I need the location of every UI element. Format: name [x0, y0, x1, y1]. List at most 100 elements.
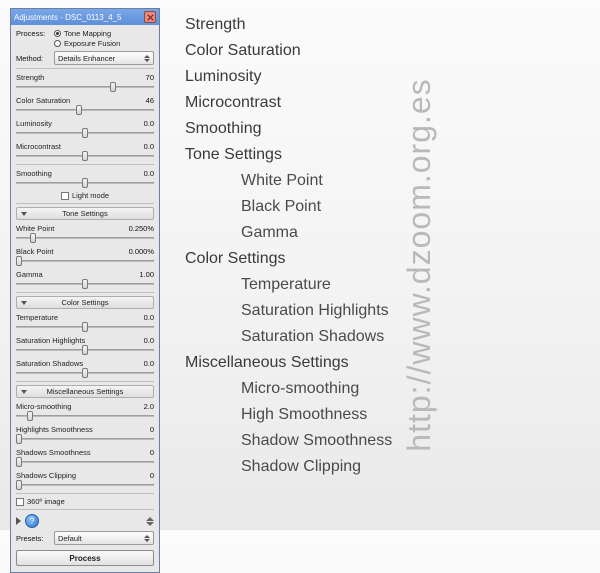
section-header[interactable]: Miscellaneous Settings	[16, 385, 154, 398]
top0-slider[interactable]	[16, 82, 154, 92]
outline-item: Tone Settings	[185, 142, 505, 168]
outline-item: Color Saturation	[185, 38, 505, 64]
outline-item: Gamma	[241, 220, 505, 246]
help-icon[interactable]: ?	[25, 514, 39, 528]
smoothing-label: Smoothing	[16, 169, 52, 178]
s2_2-slider[interactable]	[16, 457, 154, 467]
adjustments-panel: Adjustments - DSC_0113_4_5 Process: Tone…	[10, 8, 160, 573]
top1-label: Color Saturation	[16, 96, 70, 105]
top3-slider[interactable]	[16, 151, 154, 161]
s2_2-head: Shadows Smoothness 0	[16, 448, 154, 457]
s0_2-head: Gamma1.00	[16, 270, 154, 279]
s2_1-slider[interactable]	[16, 434, 154, 444]
s0_0-label: White Point	[16, 224, 54, 233]
divider	[16, 493, 154, 494]
triangle-down-icon	[21, 301, 27, 305]
image360-row: 360º image	[16, 497, 154, 506]
footer-row: ?	[16, 514, 154, 528]
s0_1-slider[interactable]	[16, 256, 154, 266]
outline-item: Luminosity	[185, 64, 505, 90]
settings-outline: StrengthColor SaturationLuminosityMicroc…	[185, 12, 505, 480]
s2_3-slider[interactable]	[16, 480, 154, 490]
image360-label: 360º image	[27, 497, 65, 506]
radio-exposure-fusion[interactable]	[54, 40, 61, 47]
s2_0-slider[interactable]	[16, 411, 154, 421]
s0_1-head: Black Point 0.000%	[16, 247, 154, 256]
outline-item: High Smoothness	[241, 402, 505, 428]
s2_3-head: Shadows Clipping 0	[16, 471, 154, 480]
s2_0-value: 2.0	[144, 402, 154, 411]
s1_0-slider[interactable]	[16, 322, 154, 332]
outline-item: Temperature	[241, 272, 505, 298]
section-header[interactable]: Color Settings	[16, 296, 154, 309]
s0_1-label: Black Point	[16, 247, 54, 256]
section-header[interactable]: Tone Settings	[16, 207, 154, 220]
method-label: Method:	[16, 54, 54, 63]
s0_2-label: Gamma	[16, 270, 43, 279]
cycle-updown-icon[interactable]	[146, 517, 154, 526]
outline-item: Color Settings	[185, 246, 505, 272]
s0_0-slider[interactable]	[16, 233, 154, 243]
chevron-updown-icon	[144, 55, 150, 62]
triangle-down-icon	[21, 390, 27, 394]
top3-head: Microcontrast0.0	[16, 142, 154, 151]
outline-item: Saturation Shadows	[241, 324, 505, 350]
light-mode-checkbox[interactable]	[61, 192, 69, 200]
outline-item: Micro-smoothing	[241, 376, 505, 402]
method-select[interactable]: Details Enhancer	[54, 51, 154, 65]
s1_2-head: Saturation Shadows0.0	[16, 359, 154, 368]
s2_1-value: 0	[150, 425, 154, 434]
divider	[16, 203, 154, 204]
outline-item: Microcontrast	[185, 90, 505, 116]
top2-label: Luminosity	[16, 119, 52, 128]
presets-value: Default	[58, 534, 82, 543]
s1_0-head: Temperature0.0	[16, 313, 154, 322]
s2_1-label: Highlights Smoothness	[16, 425, 93, 434]
section-title: Color Settings	[61, 298, 108, 307]
close-icon[interactable]	[144, 11, 156, 23]
s0_1-value: 0.000%	[129, 247, 154, 256]
top2-slider[interactable]	[16, 128, 154, 138]
section-title: Tone Settings	[62, 209, 107, 218]
smoothing-slider[interactable]	[16, 178, 154, 188]
chevron-updown-icon	[144, 535, 150, 542]
outline-item: Shadow Clipping	[241, 454, 505, 480]
s2_2-label: Shadows Smoothness	[16, 448, 91, 457]
s0_2-slider[interactable]	[16, 279, 154, 289]
top2-head: Luminosity0.0	[16, 119, 154, 128]
s2_3-value: 0	[150, 471, 154, 480]
presets-label: Presets:	[16, 534, 54, 543]
presets-select[interactable]: Default	[54, 531, 154, 545]
s2_0-label: Micro-smoothing	[16, 402, 71, 411]
process-button[interactable]: Process	[16, 550, 154, 566]
divider	[16, 381, 154, 382]
s2_2-value: 0	[150, 448, 154, 457]
method-value: Details Enhancer	[58, 54, 115, 63]
top1-value: 46	[146, 96, 154, 105]
collapse-icon[interactable]	[16, 517, 21, 525]
s1_0-label: Temperature	[16, 313, 58, 322]
s1_2-slider[interactable]	[16, 368, 154, 378]
s1_2-value: 0.0	[144, 359, 154, 368]
s0_0-value: 0.250%	[129, 224, 154, 233]
method-row: Method: Details Enhancer	[16, 51, 154, 65]
divider	[16, 164, 154, 165]
top0-label: Strength	[16, 73, 44, 82]
top3-label: Microcontrast	[16, 142, 61, 151]
process-label: Process:	[16, 29, 54, 38]
s2_0-head: Micro-smoothing 2.0	[16, 402, 154, 411]
section-title: Miscellaneous Settings	[47, 387, 124, 396]
s1_1-value: 0.0	[144, 336, 154, 345]
titlebar[interactable]: Adjustments - DSC_0113_4_5	[11, 9, 159, 25]
s2_3-label: Shadows Clipping	[16, 471, 76, 480]
process-row-2: Exposure Fusion	[16, 39, 154, 48]
top1-slider[interactable]	[16, 105, 154, 115]
radio-tone-mapping[interactable]	[54, 30, 61, 37]
s1_1-slider[interactable]	[16, 345, 154, 355]
process-row: Process: Tone Mapping	[16, 29, 154, 38]
top1-head: Color Saturation 46	[16, 96, 154, 105]
image360-checkbox[interactable]	[16, 498, 24, 506]
top0-head: Strength70	[16, 73, 154, 82]
outline-item: White Point	[241, 168, 505, 194]
radio-exposure-label: Exposure Fusion	[64, 39, 120, 48]
